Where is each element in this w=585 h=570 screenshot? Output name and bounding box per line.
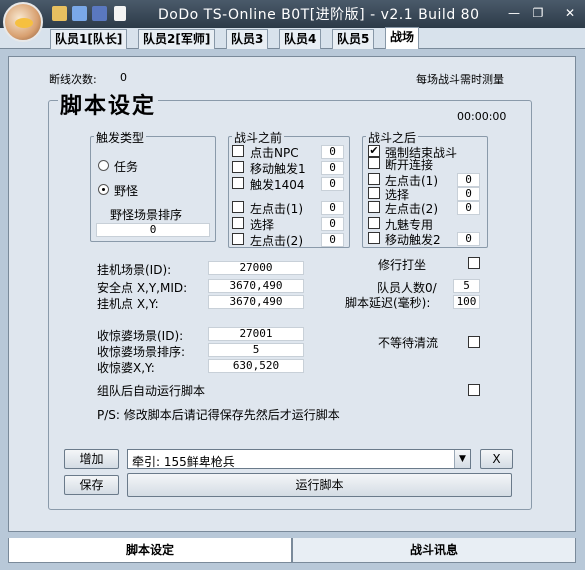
checkbox-select[interactable]	[232, 217, 244, 229]
left-click-2-value[interactable]: 0	[321, 233, 344, 247]
radio-task[interactable]	[98, 160, 109, 171]
run-script-button[interactable]: 运行脚本	[127, 473, 512, 497]
hang-scene-field[interactable]: 27000	[208, 261, 304, 275]
click-npc-value[interactable]: 0	[321, 145, 344, 159]
checkbox-cultivate[interactable]	[468, 257, 480, 269]
team-count-field[interactable]: 5	[453, 279, 480, 293]
collector-xy-label: 收惊婆X,Y:	[97, 361, 155, 375]
safe-point-field[interactable]: 3670,490	[208, 279, 304, 293]
tab-member-5[interactable]: 队员5	[332, 29, 375, 49]
chevron-down-icon[interactable]: ▼	[454, 450, 470, 468]
checkbox-force-end-battle[interactable]: ✔	[368, 145, 380, 157]
after-left-click-2-value[interactable]: 0	[457, 201, 480, 215]
checkbox-click-npc[interactable]	[232, 145, 244, 157]
checkbox-after-left-click-1[interactable]	[368, 173, 380, 185]
left-click-1-label: 左点击(1)	[250, 202, 303, 216]
document-icon[interactable]	[114, 6, 126, 21]
tab-battlefield[interactable]: 战场	[385, 27, 420, 49]
left-click-1-value[interactable]: 0	[321, 201, 344, 215]
checkbox-no-wait[interactable]	[468, 336, 480, 348]
move-trigger-1-value[interactable]: 0	[321, 161, 344, 175]
folder-icon[interactable]	[52, 6, 67, 21]
click-npc-label: 点击NPC	[250, 146, 299, 160]
disk-icon[interactable]	[92, 6, 107, 21]
tab-script-settings[interactable]: 脚本设定	[8, 538, 292, 563]
after-select-value[interactable]: 0	[457, 187, 480, 201]
remove-button[interactable]: X	[480, 449, 513, 469]
trigger-1404-label: 触发1404	[250, 178, 305, 192]
checkbox-trigger-1404[interactable]	[232, 177, 244, 189]
checkbox-move-trigger-2[interactable]	[368, 232, 380, 244]
checkbox-auto-run[interactable]	[468, 384, 480, 396]
monster-sort-label: 野怪场景排序	[110, 208, 183, 222]
cultivate-label: 修行打坐	[378, 258, 427, 272]
trigger-type-title: 触发类型	[94, 129, 147, 146]
after-left-click-2-label: 左点击(2)	[385, 202, 438, 216]
checkbox-move-trigger-1[interactable]	[232, 161, 244, 173]
hang-point-label: 挂机点 X,Y:	[97, 297, 159, 311]
team-tabs: 队员1[队长] 队员2[军师] 队员3 队员4 队员5 战场	[0, 27, 585, 49]
add-button[interactable]: 增加	[64, 449, 119, 469]
tab-member-3[interactable]: 队员3	[226, 29, 269, 49]
minimize-button[interactable]: —	[503, 4, 525, 22]
hang-point-field[interactable]: 3670,490	[208, 295, 304, 309]
app-logo	[3, 2, 43, 42]
checkbox-left-click-2[interactable]	[232, 233, 244, 245]
delay-label: 脚本延迟(毫秒):	[345, 296, 431, 310]
disconnect-option-label: 断开连接	[385, 158, 434, 172]
left-click-2-label: 左点击(2)	[250, 234, 303, 248]
title-bar: DoDo TS-Online B0T[进阶版] - v2.1 Build 80 …	[0, 0, 585, 42]
save-note: P/S: 修改脚本后请记得保存先然后才运行脚本	[97, 408, 340, 422]
checkbox-after-select[interactable]	[368, 187, 380, 199]
save-icon[interactable]	[72, 6, 87, 21]
checkbox-disconnect[interactable]	[368, 157, 380, 169]
tab-member-1[interactable]: 队员1[队长]	[50, 29, 128, 49]
hang-scene-label: 挂机场景(ID):	[97, 263, 172, 277]
script-selector[interactable]: 牵引: 155鲜卑枪兵 ▼	[127, 449, 471, 469]
select-value[interactable]: 0	[321, 217, 344, 231]
collector-sort-field[interactable]: 5	[208, 343, 304, 357]
monster-sort-field[interactable]: 0	[96, 223, 210, 237]
move-trigger-2-value[interactable]: 0	[457, 232, 480, 246]
trigger-1404-value[interactable]: 0	[321, 177, 344, 191]
safe-point-label: 安全点 X,Y,MID:	[97, 281, 188, 295]
collector-scene-label: 收惊婆场景(ID):	[97, 329, 184, 343]
timer: 00:00:00	[457, 110, 507, 123]
select-label: 选择	[250, 218, 275, 232]
script-selector-value: 牵引: 155鲜卑枪兵	[132, 455, 235, 469]
after-left-click-1-value[interactable]: 0	[457, 173, 480, 187]
delay-field[interactable]: 100	[453, 295, 480, 309]
tab-member-4[interactable]: 队员4	[279, 29, 322, 49]
disconnect-label: 断线次数:	[49, 73, 97, 86]
checkbox-jiumei[interactable]	[368, 217, 380, 229]
tab-battle-log[interactable]: 战斗讯息	[292, 538, 576, 563]
script-settings-title: 脚本设定	[58, 88, 159, 120]
tab-member-2[interactable]: 队员2[军师]	[138, 29, 216, 49]
no-wait-label: 不等待清流	[378, 336, 439, 350]
timing-note: 每场战斗需时测量	[416, 73, 504, 86]
move-trigger-1-label: 移动触发1	[250, 162, 306, 176]
collector-xy-field[interactable]: 630,520	[208, 359, 304, 373]
bottom-tabs: 脚本设定 战斗讯息	[8, 538, 576, 563]
collector-scene-field[interactable]: 27001	[208, 327, 304, 341]
save-button[interactable]: 保存	[64, 475, 119, 495]
checkbox-after-left-click-2[interactable]	[368, 201, 380, 213]
checkbox-left-click-1[interactable]	[232, 201, 244, 213]
move-trigger-2-label: 移动触发2	[385, 233, 441, 247]
close-window-button[interactable]: ✕	[559, 4, 581, 22]
window-title: DoDo TS-Online B0T[进阶版] - v2.1 Build 80	[158, 7, 480, 23]
disconnect-count: 0	[120, 71, 127, 84]
collector-sort-label: 收惊婆场景排序:	[97, 345, 186, 359]
maximize-button[interactable]: ❐	[527, 4, 549, 22]
radio-task-label: 任务	[114, 160, 139, 174]
radio-wild-monster[interactable]	[98, 184, 109, 195]
auto-run-label: 组队后自动运行脚本	[97, 384, 206, 398]
radio-wild-monster-label: 野怪	[114, 184, 139, 198]
